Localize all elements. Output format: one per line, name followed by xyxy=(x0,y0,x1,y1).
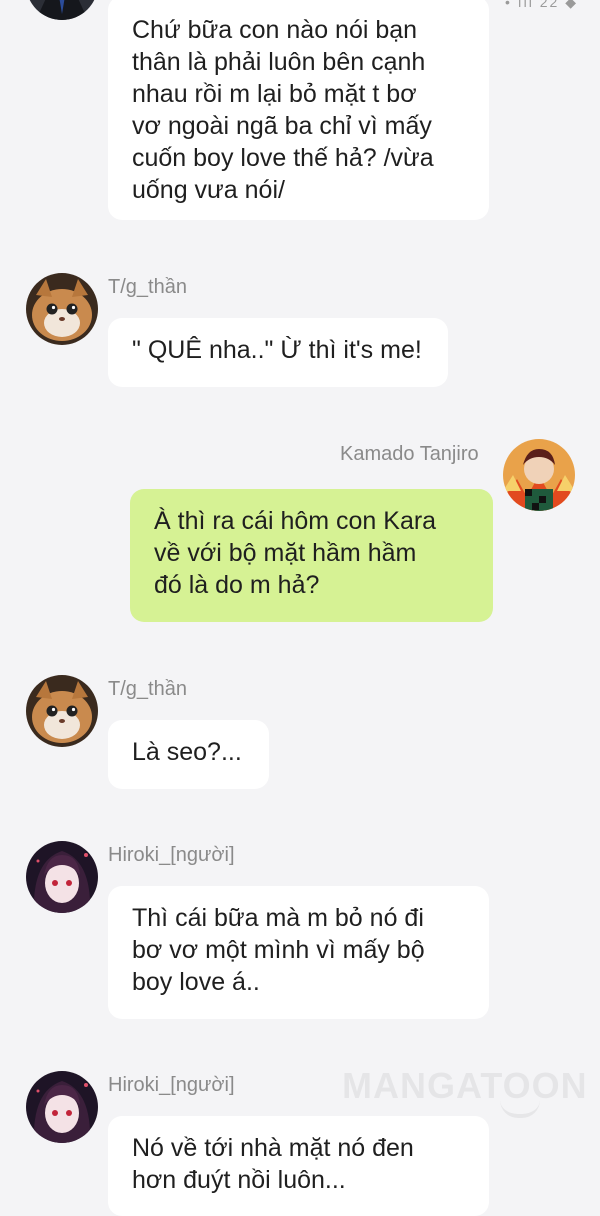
anime-girl-avatar-icon[interactable] xyxy=(26,841,98,913)
message-bubble[interactable]: Chứ bữa con nào nói bạn thân là phải luô… xyxy=(108,0,489,220)
dark-suit-avatar-icon[interactable] xyxy=(26,0,98,20)
status-bar-fragment: • ıll 22 ◆ xyxy=(504,0,578,10)
sender-name: T/g_thần xyxy=(108,678,187,700)
sender-name: T/g_thần xyxy=(108,276,187,298)
message-bubble[interactable]: Thì cái bữa mà m bỏ nó đi bơ vơ một mình… xyxy=(108,886,489,1019)
sender-name: Hiroki_[người] xyxy=(108,1074,235,1096)
cat-avatar-icon[interactable] xyxy=(26,675,98,747)
anime-girl-avatar-icon[interactable] xyxy=(26,1071,98,1143)
mangatoon-watermark: MANGATOON xyxy=(342,1065,588,1106)
message-bubble[interactable]: " QUÊ nha.." Ừ thì it's me! xyxy=(108,318,448,387)
cat-avatar-icon[interactable] xyxy=(26,273,98,345)
tanjiro-avatar-icon[interactable] xyxy=(503,439,575,511)
sender-name: Hiroki_[người] xyxy=(108,844,235,866)
message-bubble[interactable]: Nó về tới nhà mặt nó đen hơn đuýt nồi lu… xyxy=(108,1116,489,1216)
message-bubble-own[interactable]: À thì ra cái hôm con Kara về với bộ mặt … xyxy=(130,489,493,622)
message-bubble[interactable]: Là seo?... xyxy=(108,720,269,789)
watermark-smile-icon xyxy=(500,1100,540,1118)
sender-name: Kamado Tanjiro xyxy=(340,443,479,465)
